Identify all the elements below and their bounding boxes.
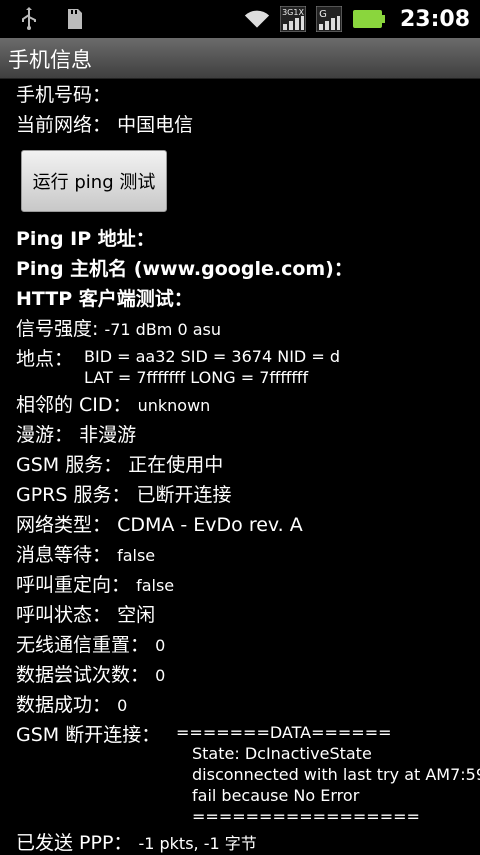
call-status-label: 呼叫状态： <box>16 604 112 626</box>
clock: 23:08 <box>399 6 470 32</box>
neighbor-cid-row: 相邻的 CID： unknown <box>16 390 210 417</box>
location-line-1: BID = aa32 SID = 3674 NID = d <box>84 347 340 366</box>
call-status-value: 空闲 <box>117 604 156 626</box>
call-status-row: 呼叫状态： 空闲 <box>16 600 155 627</box>
call-redirect-row: 呼叫重定向： false <box>16 570 174 597</box>
radio-reset-value: 0 <box>155 636 166 655</box>
message-waiting-row: 消息等待： false <box>16 540 155 567</box>
gsm-disconnect-line-5: ================= <box>192 807 420 826</box>
phone-number-label: 手机号码： <box>16 84 112 106</box>
gprs-service-row: GPRS 服务： 已断开连接 <box>16 480 232 507</box>
network-type-value: CDMA - EvDo rev. A <box>117 514 303 536</box>
location-line-2: LAT = 7fffffff LONG = 7fffffff <box>84 368 309 387</box>
svg-text:3G1X: 3G1X <box>282 8 304 17</box>
signal-strength-row: 信号强度: -71 dBm 0 asu <box>16 314 221 341</box>
call-redirect-value: false <box>136 576 175 595</box>
usb-icon <box>16 6 42 32</box>
gsm-service-value: 正在使用中 <box>128 454 224 476</box>
data-attempts-value: 0 <box>155 666 166 685</box>
ping-ip-label: Ping IP 地址： <box>16 228 155 250</box>
signal-strength-label: 信号强度: <box>16 318 99 340</box>
gsm-disconnect-line-2: State: DcInactiveState <box>192 744 372 763</box>
roaming-row: 漫游： 非漫游 <box>16 420 136 447</box>
roaming-value: 非漫游 <box>79 424 137 446</box>
gsm-disconnect-data: =======DATA====== <box>176 722 392 743</box>
3g-1x-signal-icon: 3G1X <box>279 6 306 32</box>
wifi-icon <box>244 6 270 32</box>
gsm-disconnect-line-3: disconnected with last try at AM7:59 <box>192 765 480 784</box>
http-test-label: HTTP 客户端测试： <box>16 288 193 310</box>
ppp-sent-label: 已发送 PPP： <box>16 832 133 854</box>
data-attempts-row: 数据尝试次数： 0 <box>16 660 165 687</box>
run-ping-test-button[interactable]: 运行 ping 测试 <box>21 150 167 212</box>
ppp-sent-value: -1 pkts, -1 字节 <box>138 834 257 853</box>
sd-card-icon <box>62 6 88 32</box>
data-success-row: 数据成功： 0 <box>16 690 127 717</box>
signal-strength-value: -71 dBm 0 asu <box>104 320 222 339</box>
message-waiting-label: 消息等待： <box>16 544 112 566</box>
ppp-sent-row: 已发送 PPP： -1 pkts, -1 字节 <box>16 828 257 855</box>
call-redirect-label: 呼叫重定向： <box>16 574 131 596</box>
g-signal-icon: G <box>315 6 342 32</box>
http-test-row: HTTP 客户端测试： <box>16 284 193 311</box>
data-success-value: 0 <box>117 696 128 715</box>
gsm-disconnect-row: GSM 断开连接： <box>16 720 160 747</box>
location-values: BID = aa32 SID = 3674 NID = d LAT = 7fff… <box>84 346 340 388</box>
status-bar: 3G1X G 23:08 <box>0 0 480 38</box>
radio-reset-label: 无线通信重置： <box>16 634 150 656</box>
page-title: 手机信息 <box>8 48 92 72</box>
title-bar: 手机信息 <box>0 38 480 79</box>
network-type-label: 网络类型： <box>16 514 112 536</box>
gsm-disconnect-line-4: fail because No Error <box>192 786 360 805</box>
gsm-disconnect-line-1: =======DATA====== <box>176 723 392 742</box>
ping-host-row: Ping 主机名 (www.google.com)： <box>16 254 353 281</box>
current-network-value: 中国电信 <box>117 114 194 136</box>
gsm-disconnect-label: GSM 断开连接： <box>16 724 161 746</box>
location-row: 地点： <box>16 344 73 371</box>
roaming-label: 漫游： <box>16 424 74 446</box>
gprs-service-value: 已断开连接 <box>136 484 232 506</box>
current-network-label: 当前网络： <box>16 114 112 136</box>
ping-ip-row: Ping IP 地址： <box>16 224 155 251</box>
svg-text:G: G <box>319 9 327 20</box>
data-attempts-label: 数据尝试次数： <box>16 664 150 686</box>
phone-number-row: 手机号码： <box>16 80 111 107</box>
message-waiting-value: false <box>117 546 156 565</box>
neighbor-cid-value: unknown <box>137 396 211 415</box>
data-success-label: 数据成功： <box>16 694 112 716</box>
network-type-row: 网络类型： CDMA - EvDo rev. A <box>16 510 303 537</box>
neighbor-cid-label: 相邻的 CID： <box>16 394 132 416</box>
radio-reset-row: 无线通信重置： 0 <box>16 630 165 657</box>
gsm-service-label: GSM 服务： <box>16 454 123 476</box>
ping-host-label: Ping 主机名 (www.google.com)： <box>16 258 353 280</box>
gsm-disconnect-details: State: DcInactiveState disconnected with… <box>192 743 480 827</box>
battery-icon <box>352 6 386 32</box>
gprs-service-label: GPRS 服务： <box>16 484 131 506</box>
gsm-service-row: GSM 服务： 正在使用中 <box>16 450 223 477</box>
location-label: 地点： <box>16 348 74 370</box>
current-network-row: 当前网络： 中国电信 <box>16 110 193 137</box>
